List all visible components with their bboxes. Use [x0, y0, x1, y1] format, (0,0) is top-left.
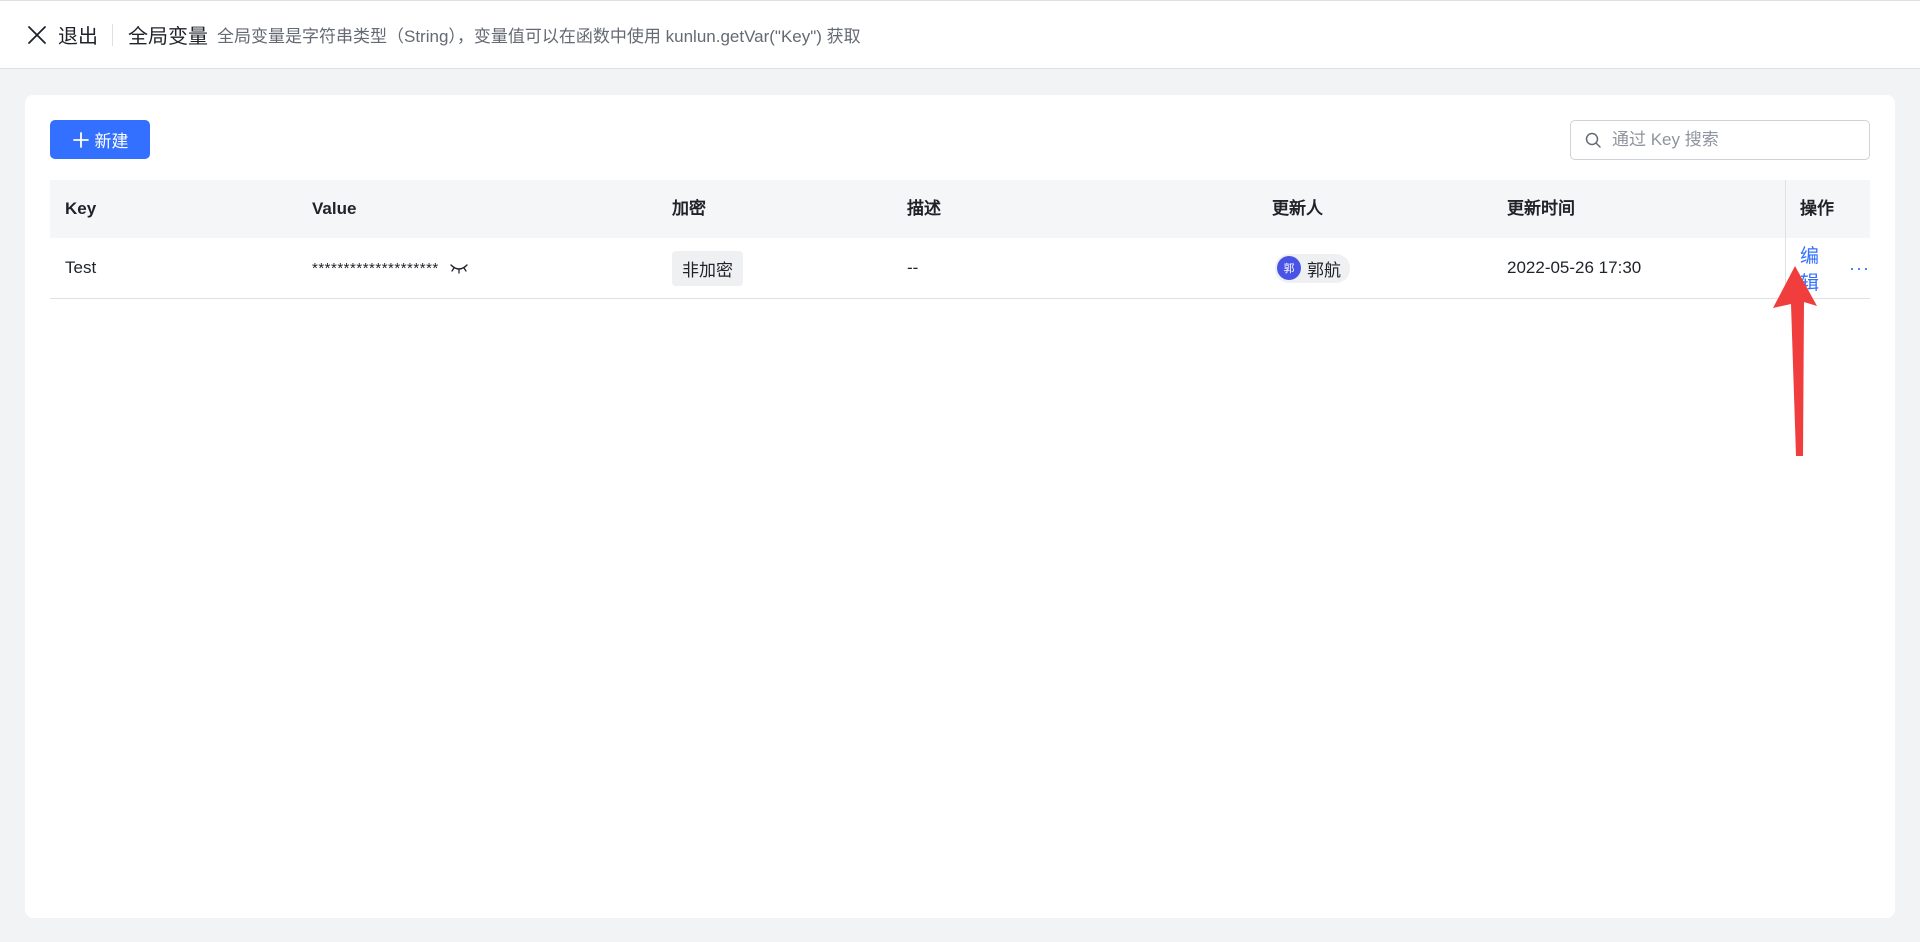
cell-encryption: 非加密 [672, 238, 743, 298]
page-title: 全局变量 [128, 26, 208, 48]
user-chip[interactable]: 郭 郭航 [1275, 253, 1350, 283]
cell-key: Test [65, 258, 97, 277]
column-header-description: 描述 [907, 199, 941, 218]
table-header: Key Value 加密 描述 更新人 更新时间 操作 [50, 180, 1870, 238]
eye-closed-icon[interactable] [449, 261, 469, 275]
search-box[interactable] [1570, 120, 1870, 160]
avatar: 郭 [1277, 256, 1301, 280]
more-icon[interactable]: ··· [1849, 258, 1870, 279]
column-header-encryption: 加密 [672, 199, 706, 218]
content-card: 新建 Key Value 加密 描述 更新人 更新时间 操作 Test ****… [25, 95, 1895, 918]
encryption-tag: 非加密 [672, 250, 743, 286]
updater-name: 郭航 [1307, 260, 1341, 280]
new-button[interactable]: 新建 [50, 120, 150, 159]
close-icon [28, 25, 46, 44]
top-bar: 退出 全局变量 全局变量是字符串类型（String），变量值可以在函数中使用 k… [0, 0, 1920, 69]
search-icon [1585, 132, 1601, 148]
new-button-label: 新建 [94, 132, 129, 151]
column-header-updater: 更新人 [1272, 199, 1323, 218]
cell-updated-at: 2022-05-26 17:30 [1507, 258, 1642, 277]
exit-button[interactable]: 退出 [26, 20, 98, 49]
arrow-annotation [1773, 266, 1817, 456]
cell-value: ******************** [312, 238, 469, 298]
column-header-actions: 操作 [1800, 199, 1834, 218]
search-input[interactable] [1612, 130, 1862, 150]
column-header-value: Value [312, 199, 357, 218]
table-row: Test ******************** 非加密 -- 郭 郭航 20… [50, 238, 1870, 299]
column-header-updated-at: 更新时间 [1507, 199, 1575, 218]
cell-description: -- [907, 258, 919, 277]
plus-icon [72, 131, 89, 148]
page-description: 全局变量是字符串类型（String），变量值可以在函数中使用 kunlun.ge… [217, 27, 861, 46]
header-divider [112, 23, 113, 46]
variables-table: Key Value 加密 描述 更新人 更新时间 操作 Test *******… [50, 180, 1870, 299]
masked-value: ******************** [312, 259, 439, 277]
column-header-key: Key [65, 199, 97, 218]
cell-updater: 郭 郭航 [1275, 238, 1350, 298]
exit-label: 退出 [58, 26, 98, 48]
